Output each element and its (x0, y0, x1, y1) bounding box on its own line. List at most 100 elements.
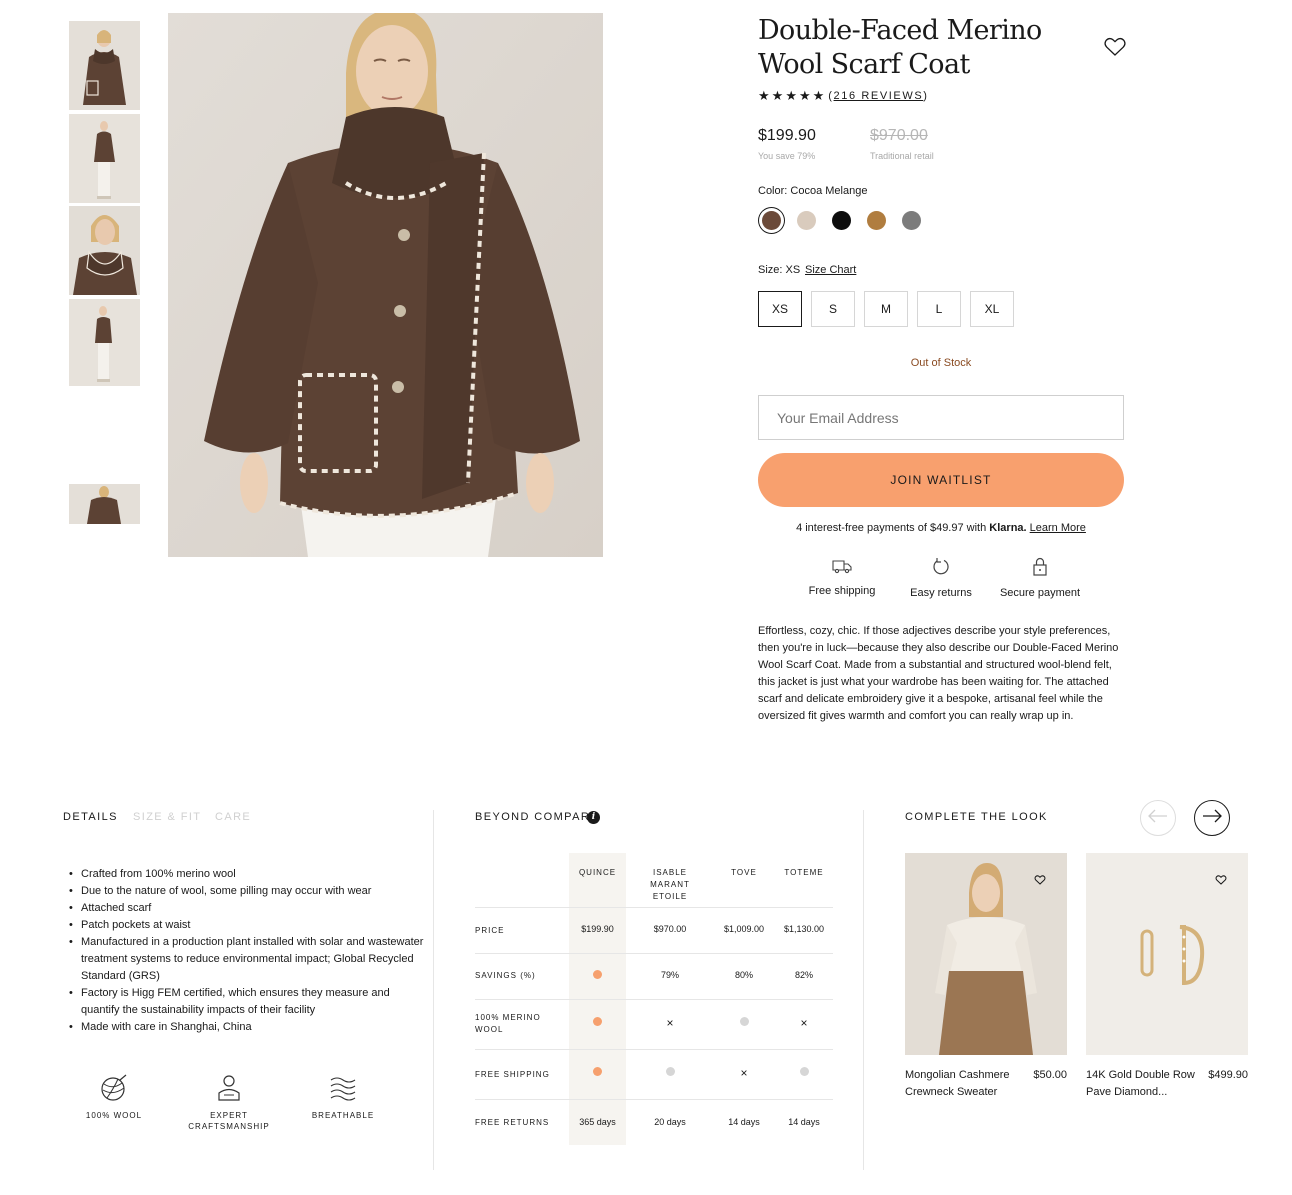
klarna-text: 4 interest-free payments of $49.97 with (796, 522, 987, 534)
perk-label: Free shipping (808, 585, 876, 597)
orange-dot-icon (569, 970, 626, 981)
thumbnail-image (69, 114, 140, 203)
grey-dot-icon (714, 1017, 774, 1028)
heart-icon[interactable] (1103, 36, 1127, 58)
klarna-logo: Klarna. (989, 522, 1027, 534)
tab-details[interactable]: DETAILS (63, 811, 118, 823)
craftsman-icon (174, 1074, 284, 1102)
feature-label: BREATHABLE (311, 1111, 375, 1120)
product-card[interactable]: 14K Gold Double Row Pave Diamond... $499… (1086, 853, 1248, 1098)
compare-cell: 82% (794, 970, 813, 980)
list-item: Made with care in Shanghai, China (69, 1019, 426, 1036)
feature-label: EXPERT CRAFTSMANSHIP (188, 1111, 270, 1131)
list-item: Manufactured in a production plant insta… (69, 934, 426, 985)
heart-icon[interactable] (1215, 873, 1227, 885)
feature-breathable: BREATHABLE (288, 1074, 398, 1121)
product-name: 14K Gold Double Row Pave Diamond... (1086, 1069, 1195, 1098)
product-title: Double-Faced Merino Wool Scarf Coat (758, 15, 1042, 80)
product-price: $50.00 (1033, 1069, 1067, 1081)
star-icon: ★ (798, 88, 811, 103)
gallery-thumbnail-4[interactable] (69, 299, 140, 386)
reviews-link[interactable]: (216 REVIEWS) (828, 90, 928, 102)
list-item: Patch pockets at waist (69, 917, 426, 934)
perk-easy-returns: Easy returns (886, 557, 996, 599)
star-icon: ★ (785, 88, 797, 103)
join-waitlist-button[interactable]: JOIN WAITLIST (758, 453, 1124, 507)
product-card[interactable]: Mongolian Cashmere Crewneck Sweater $50.… (905, 853, 1067, 1098)
row-divider (475, 1099, 833, 1100)
star-icon: ★ (771, 88, 784, 103)
arrow-right-icon (1202, 809, 1222, 828)
row-divider (475, 999, 833, 1000)
color-swatch-black[interactable] (832, 211, 851, 230)
compare-cell: $199.90 (581, 924, 614, 934)
thumbnail-image (69, 299, 140, 386)
list-item: Attached scarf (69, 900, 426, 917)
details-list: Crafted from 100% merino wool Due to the… (69, 866, 426, 1036)
color-swatch-cocoa-melange[interactable] (762, 211, 781, 230)
compare-cell: 79% (660, 970, 679, 980)
main-product-image[interactable] (168, 13, 603, 557)
size-button-xl[interactable]: XL (970, 291, 1014, 327)
color-swatch-camel[interactable] (867, 211, 886, 230)
email-input[interactable] (758, 395, 1124, 440)
compare-cell: 14 days (788, 1117, 820, 1127)
product-name: Mongolian Cashmere Crewneck Sweater (905, 1069, 1010, 1098)
feature-craftsmanship: EXPERT CRAFTSMANSHIP (174, 1074, 284, 1132)
retail-label: Traditional retail (870, 151, 934, 161)
compare-row-label: FREE SHIPPING (475, 1070, 550, 1079)
compare-cell: $970.00 (653, 924, 687, 934)
tab-size-fit[interactable]: SIZE & FIT (133, 811, 201, 823)
gallery-thumbnail-3[interactable] (69, 206, 140, 295)
size-button-s[interactable]: S (811, 291, 855, 327)
compare-row-label: FREE RETURNS (475, 1118, 550, 1127)
arrow-left-icon (1148, 809, 1168, 828)
gallery-thumbnail-5[interactable] (69, 484, 140, 524)
price: $199.90 (758, 127, 816, 144)
wool-ball-icon (59, 1074, 169, 1102)
gallery-thumbnail-1[interactable] (69, 21, 140, 110)
gallery-thumbnail-2[interactable] (69, 114, 140, 203)
compare-title: BEYOND COMPARE (475, 811, 599, 823)
product-image (905, 853, 1067, 1055)
product-description: Effortless, cozy, chic. If those adjecti… (758, 625, 1119, 722)
compare-cell: 365 days (579, 1117, 616, 1127)
coat-model-image (168, 13, 603, 557)
perk-label: Secure payment (999, 587, 1081, 599)
thumbnail-image (69, 484, 140, 524)
section-divider (863, 810, 864, 1170)
product-price: $499.90 (1208, 1069, 1248, 1081)
compare-row-label: 100% MERINO WOOL (475, 1013, 541, 1034)
list-item: Factory is Higg FEM certified, which ens… (69, 985, 426, 1019)
orange-dot-icon (569, 1067, 626, 1078)
color-swatch-grey[interactable] (902, 211, 921, 230)
compare-row-label: PRICE (475, 926, 505, 935)
size-chart-link[interactable]: Size Chart (805, 264, 856, 276)
list-item: Crafted from 100% merino wool (69, 866, 426, 883)
row-divider (475, 953, 833, 954)
heart-icon[interactable] (1034, 873, 1046, 885)
size-label: Size: XS (758, 264, 801, 276)
learn-more-link[interactable]: Learn More (1030, 522, 1086, 534)
color-swatch-oatmeal[interactable] (797, 211, 816, 230)
info-icon[interactable]: i (587, 811, 600, 824)
product-image (1086, 853, 1248, 1055)
brand-quince: QUINCE (578, 868, 617, 877)
compare-row-label: SAVINGS (%) (475, 971, 536, 980)
complete-look-title: COMPLETE THE LOOK (905, 811, 1048, 823)
star-icon: ★ (812, 88, 825, 103)
tab-care[interactable]: CARE (215, 811, 251, 823)
compare-cell: 14 days (728, 1117, 760, 1127)
reviews-label: 216 REVIEWS (833, 90, 924, 102)
carousel-next-button[interactable] (1194, 800, 1230, 836)
carousel-prev-button[interactable] (1140, 800, 1176, 836)
size-button-xs[interactable]: XS (758, 291, 802, 327)
size-button-l[interactable]: L (917, 291, 961, 327)
savings-text: You save 79% (758, 151, 816, 161)
orange-dot-icon (569, 1017, 626, 1028)
list-item: Due to the nature of wool, some pilling … (69, 883, 426, 900)
size-button-m[interactable]: M (864, 291, 908, 327)
compare-cell: 80% (734, 970, 753, 980)
compare-cell: $1,009.00 (723, 924, 765, 934)
feature-label: 100% WOOL (85, 1111, 143, 1120)
